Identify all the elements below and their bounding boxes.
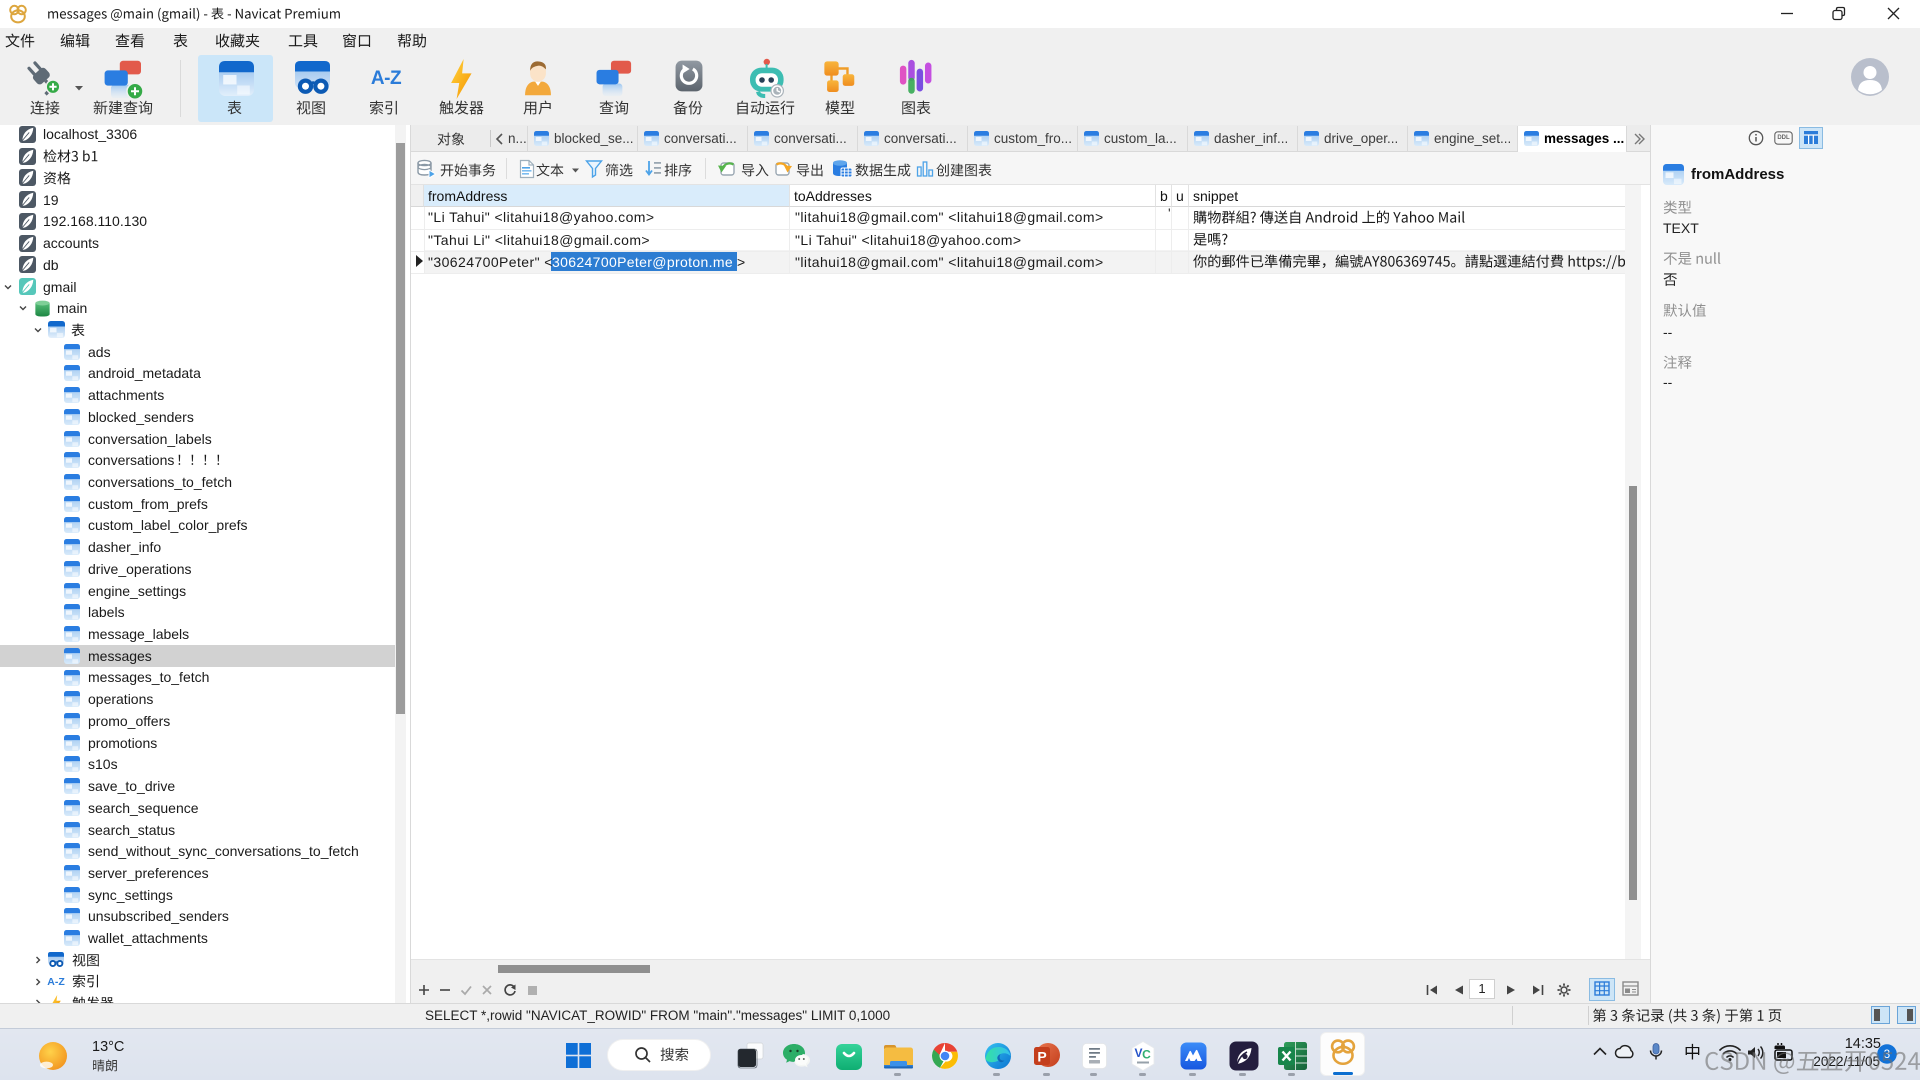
svg-text:P: P	[1037, 1049, 1046, 1065]
svg-text:C: C	[1142, 1048, 1151, 1062]
